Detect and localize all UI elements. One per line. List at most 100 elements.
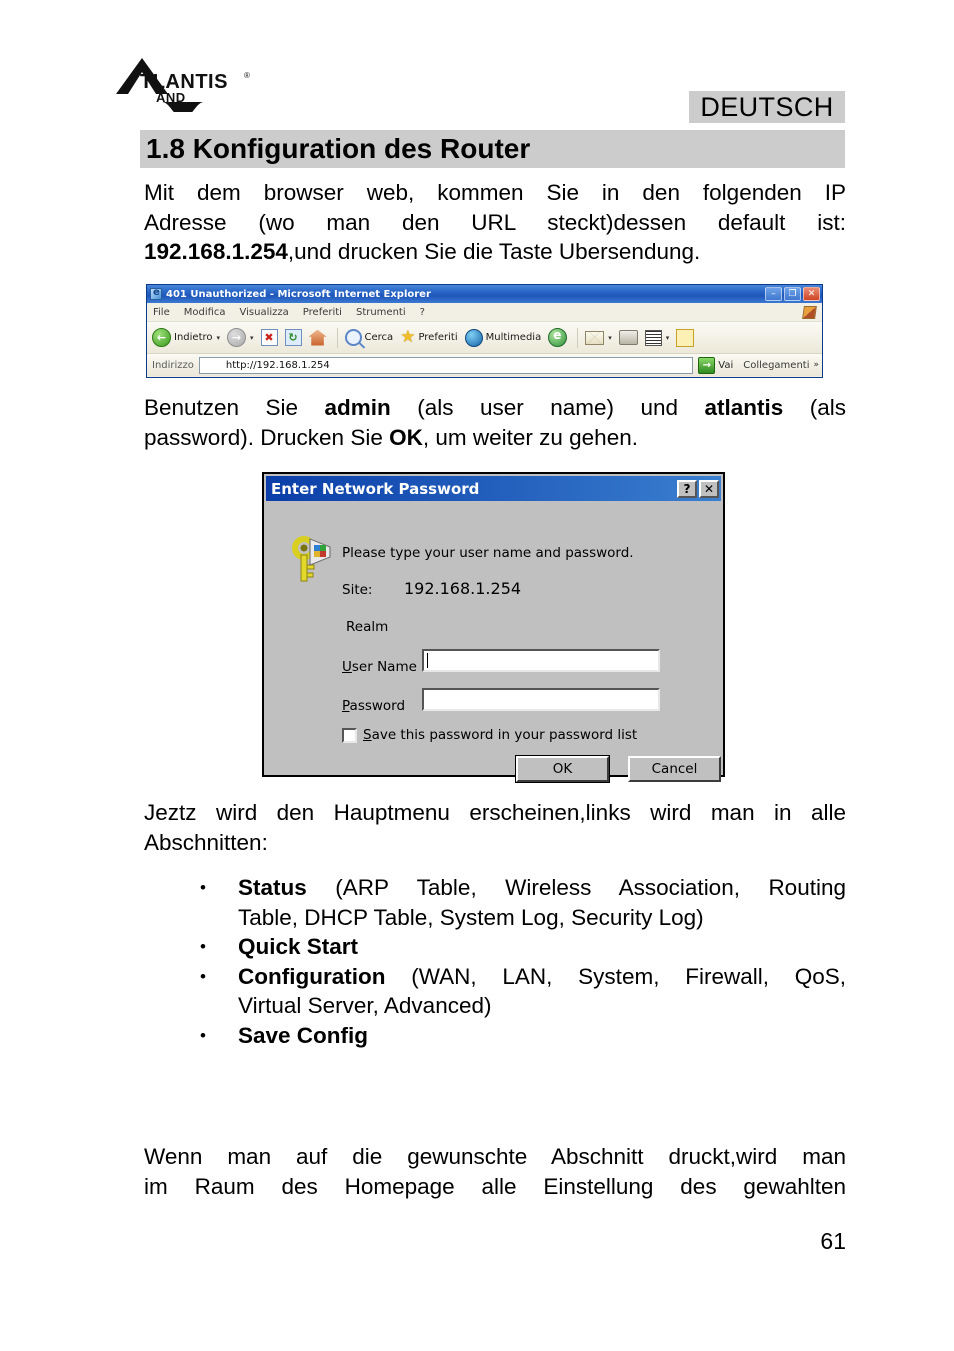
history-button[interactable] (548, 328, 568, 347)
mail-icon (585, 330, 605, 345)
help-button[interactable]: ? (677, 479, 697, 498)
edit-dropdown-icon[interactable]: ▾ (666, 334, 670, 342)
search-label: Cerca (364, 332, 394, 343)
closing-line-1: Wenn man auf die gewunschte Abschnitt dr… (144, 1144, 846, 1169)
close-button[interactable]: ✕ (803, 287, 820, 301)
browser-window-screenshot: 401 Unauthorized - Microsoft Internet Ex… (146, 284, 823, 378)
language-label: DEUTSCH (700, 91, 834, 122)
overflow-chevron-icon[interactable]: » (813, 360, 819, 370)
favorites-label: Preferiti (418, 332, 458, 343)
list-item-title: Quick Start (238, 934, 359, 959)
login-line-2-post: , um weiter zu gehen. (422, 424, 638, 450)
menu-item-visualizza[interactable]: Visualizza (240, 307, 289, 318)
go-button[interactable]: → Vai (698, 356, 734, 374)
internet-explorer-icon (150, 287, 162, 300)
save-password-label-rest: ave this password in your password list (371, 727, 638, 743)
password-input[interactable] (422, 688, 660, 711)
home-button[interactable] (308, 329, 327, 346)
login-pre: Benutzen Sie (144, 395, 325, 420)
list-item-title: Configuration (238, 963, 386, 989)
list-item-detail: (WAN, LAN, System, Firewall, QoS, (385, 963, 846, 989)
home-icon (308, 329, 327, 346)
save-password-checkbox[interactable] (342, 727, 357, 743)
key-shield-icon (292, 536, 331, 582)
password-value: atlantis (704, 395, 784, 420)
mail-button[interactable]: ▾ (585, 330, 612, 345)
stop-button[interactable]: ✖ (260, 329, 278, 346)
stop-icon: ✖ (260, 329, 278, 346)
browser-toolbar: ← Indietro ▾ → ▾ ✖ ↻ Cerca ★ Preferiti M… (147, 322, 822, 354)
media-globe-icon (464, 328, 483, 347)
login-line-2: password). Drucken Sie OK, um weiter zu … (144, 423, 846, 453)
list-item-detail-line2: Table, DHCP Table, System Log, Security … (238, 904, 704, 930)
note-icon (676, 328, 695, 347)
list-item-detail: (ARP Table, Wireless Association, Routin… (306, 875, 846, 900)
user-name-accelerator: U (342, 659, 352, 675)
password-accelerator: P (342, 698, 350, 714)
address-label: Indirizzo (152, 359, 194, 371)
intro-line-3-rest: ,und drucken Sie die Taste Ubersendung. (287, 239, 701, 264)
user-name-input[interactable] (422, 649, 660, 672)
restore-button[interactable]: ❐ (784, 287, 801, 301)
dialog-close-button[interactable]: ✕ (699, 479, 719, 498)
media-button[interactable]: Multimedia (464, 328, 541, 347)
menu-line-2: Abschnitten: (144, 829, 268, 855)
print-button[interactable] (618, 330, 638, 345)
links-label[interactable]: Collegamenti (743, 360, 809, 371)
section-list: • Status (ARP Table, Wireless Associatio… (200, 873, 846, 1050)
menu-item-file[interactable]: File (153, 307, 170, 318)
save-password-label: Save this password in your password list (363, 727, 637, 743)
intro-line-1: Mit dem browser web, kommen Sie in den f… (144, 180, 846, 205)
back-dropdown-icon[interactable]: ▾ (217, 334, 221, 342)
go-label: Vai (718, 359, 734, 371)
username-value: admin (324, 395, 391, 420)
search-button[interactable]: Cerca (344, 329, 394, 346)
page-number: 61 (820, 1228, 846, 1254)
mainmenu-paragraph: Jeztz wird den Hauptmenu erscheinen,link… (144, 798, 846, 857)
password-label: Password (342, 698, 405, 714)
cancel-button[interactable]: Cancel (628, 756, 721, 782)
bullet-icon: • (200, 937, 206, 956)
intro-paragraph: Mit dem browser web, kommen Sie in den f… (144, 178, 846, 267)
discuss-button[interactable] (676, 328, 695, 347)
site-value: 192.168.1.254 (404, 579, 522, 598)
password-label-rest: assword (349, 698, 406, 714)
mail-dropdown-icon[interactable]: ▾ (608, 334, 612, 342)
menu-item-modifica[interactable]: Modifica (184, 307, 226, 318)
list-item-title: Save Config (238, 1022, 369, 1048)
menu-item-strumenti[interactable]: Strumenti (356, 307, 406, 318)
list-item-text: Status (ARP Table, Wireless Association,… (238, 873, 846, 932)
list-item-text: Save Config (238, 1021, 846, 1051)
language-band: DEUTSCH (689, 91, 845, 123)
login-line-1: Benutzen Sie admin (als user name) und a… (144, 393, 846, 423)
list-item: • Configuration (WAN, LAN, System, Firew… (200, 962, 846, 1021)
bullet-icon: • (200, 1025, 206, 1045)
save-password-checkbox-row[interactable]: Save this password in your password list (342, 727, 637, 743)
menu-line-1: Jeztz wird den Hauptmenu erscheinen,link… (144, 800, 846, 825)
address-input[interactable]: http://192.168.1.254 (198, 356, 694, 374)
window-controls: – ❐ ✕ (765, 287, 820, 301)
menu-item-preferiti[interactable]: Preferiti (303, 307, 342, 318)
site-label: Site: (342, 582, 373, 598)
browser-titlebar: 401 Unauthorized - Microsoft Internet Ex… (147, 285, 822, 303)
edit-button[interactable]: ▾ (644, 329, 670, 346)
default-ip-value: 192.168.1.254 (144, 239, 288, 264)
page-title: 1.8 Konfiguration des Router (146, 133, 531, 164)
refresh-button[interactable]: ↻ (284, 329, 302, 346)
star-icon: ★ (400, 327, 416, 347)
list-item: • Save Config (200, 1021, 846, 1051)
back-button[interactable]: ← Indietro ▾ (152, 328, 220, 347)
bullet-icon: • (200, 966, 206, 986)
go-arrow-icon: → (698, 356, 716, 374)
dialog-prompt: Please type your user name and password. (342, 545, 634, 561)
browser-menubar: File Modifica Visualizza Preferiti Strum… (147, 303, 822, 322)
forward-button[interactable]: → ▾ (227, 328, 254, 347)
refresh-icon: ↻ (284, 329, 302, 346)
forward-dropdown-icon[interactable]: ▾ (250, 334, 254, 342)
dialog-titlebar: Enter Network Password ? ✕ (266, 476, 721, 501)
favorites-button[interactable]: ★ Preferiti (400, 329, 457, 346)
menu-item-help[interactable]: ? (420, 307, 425, 318)
user-name-label: User Name (342, 659, 417, 675)
ok-button[interactable]: OK (515, 755, 610, 783)
minimize-button[interactable]: – (765, 287, 782, 301)
